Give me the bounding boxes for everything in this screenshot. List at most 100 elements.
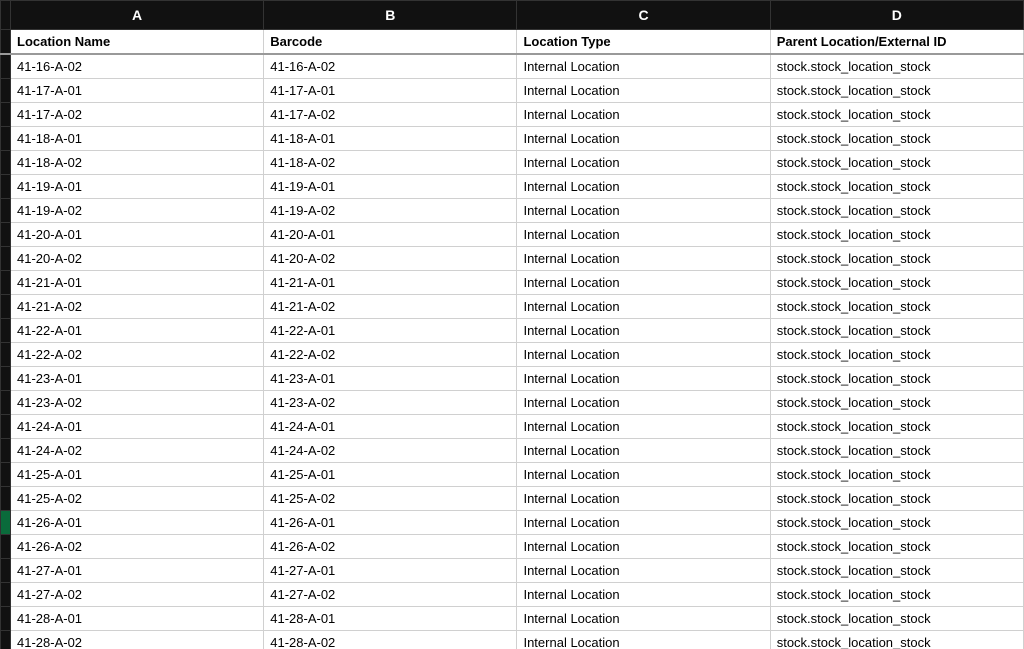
cell-barcode[interactable]: 41-23-A-02 xyxy=(264,391,517,415)
cell-parent-location[interactable]: stock.stock_location_stock xyxy=(770,247,1023,271)
cell-barcode[interactable]: 41-18-A-01 xyxy=(264,127,517,151)
table-row[interactable]: 41-28-A-0241-28-A-02Internal Locationsto… xyxy=(1,631,1024,649)
cell-parent-location[interactable]: stock.stock_location_stock xyxy=(770,127,1023,151)
cell-barcode[interactable]: 41-26-A-01 xyxy=(264,511,517,535)
cell-parent-location[interactable]: stock.stock_location_stock xyxy=(770,631,1023,649)
cell-location-name[interactable]: 41-24-A-01 xyxy=(11,415,264,439)
cell-location-type[interactable]: Internal Location xyxy=(517,511,770,535)
table-row[interactable]: 41-23-A-0241-23-A-02Internal Locationsto… xyxy=(1,391,1024,415)
row-header[interactable] xyxy=(1,79,11,103)
cell-location-type[interactable]: Internal Location xyxy=(517,463,770,487)
cell-parent-location[interactable]: stock.stock_location_stock xyxy=(770,295,1023,319)
select-all-corner[interactable] xyxy=(1,1,11,30)
cell-parent-location[interactable]: stock.stock_location_stock xyxy=(770,367,1023,391)
cell-parent-location[interactable]: stock.stock_location_stock xyxy=(770,199,1023,223)
cell-location-name[interactable]: 41-17-A-02 xyxy=(11,103,264,127)
row-header[interactable] xyxy=(1,391,11,415)
row-header[interactable] xyxy=(1,175,11,199)
cell-parent-location[interactable]: stock.stock_location_stock xyxy=(770,535,1023,559)
table-row[interactable]: 41-22-A-0141-22-A-01Internal Locationsto… xyxy=(1,319,1024,343)
row-header[interactable] xyxy=(1,415,11,439)
cell-location-type[interactable]: Internal Location xyxy=(517,415,770,439)
column-header-c[interactable]: C xyxy=(517,1,770,30)
row-header[interactable] xyxy=(1,535,11,559)
cell-location-type[interactable]: Internal Location xyxy=(517,607,770,631)
cell-location-type[interactable]: Internal Location xyxy=(517,343,770,367)
column-header-d[interactable]: D xyxy=(770,1,1023,30)
cell-location-type[interactable]: Internal Location xyxy=(517,103,770,127)
cell-location-type[interactable]: Internal Location xyxy=(517,391,770,415)
cell-location-name[interactable]: 41-19-A-01 xyxy=(11,175,264,199)
cell-parent-location[interactable]: stock.stock_location_stock xyxy=(770,151,1023,175)
row-header[interactable] xyxy=(1,463,11,487)
cell-barcode[interactable]: 41-26-A-02 xyxy=(264,535,517,559)
row-header[interactable] xyxy=(1,199,11,223)
cell-location-name[interactable]: 41-27-A-02 xyxy=(11,583,264,607)
cell-barcode[interactable]: 41-27-A-02 xyxy=(264,583,517,607)
cell-parent-location[interactable]: stock.stock_location_stock xyxy=(770,343,1023,367)
cell-barcode[interactable]: 41-24-A-02 xyxy=(264,439,517,463)
cell-location-name[interactable]: 41-18-A-02 xyxy=(11,151,264,175)
cell-barcode[interactable]: 41-19-A-02 xyxy=(264,199,517,223)
table-row[interactable]: 41-17-A-0141-17-A-01Internal Locationsto… xyxy=(1,79,1024,103)
cell-parent-location[interactable]: stock.stock_location_stock xyxy=(770,175,1023,199)
row-header[interactable] xyxy=(1,30,11,55)
table-row[interactable]: 41-26-A-0141-26-A-01Internal Locationsto… xyxy=(1,511,1024,535)
table-row[interactable]: 41-18-A-0141-18-A-01Internal Locationsto… xyxy=(1,127,1024,151)
cell-parent-location[interactable]: stock.stock_location_stock xyxy=(770,439,1023,463)
cell-location-type[interactable]: Internal Location xyxy=(517,439,770,463)
cell-parent-location[interactable]: stock.stock_location_stock xyxy=(770,415,1023,439)
cell-location-name[interactable]: 41-20-A-02 xyxy=(11,247,264,271)
cell-location-type[interactable]: Internal Location xyxy=(517,559,770,583)
cell-location-name[interactable]: 41-17-A-01 xyxy=(11,79,264,103)
row-header[interactable] xyxy=(1,319,11,343)
table-row[interactable]: 41-27-A-0241-27-A-02Internal Locationsto… xyxy=(1,583,1024,607)
cell-location-type[interactable]: Internal Location xyxy=(517,631,770,649)
table-row[interactable]: 41-21-A-0241-21-A-02Internal Locationsto… xyxy=(1,295,1024,319)
cell-location-name[interactable]: 41-25-A-02 xyxy=(11,487,264,511)
column-header-b[interactable]: B xyxy=(264,1,517,30)
cell-parent-location[interactable]: stock.stock_location_stock xyxy=(770,607,1023,631)
cell-location-name[interactable]: 41-21-A-02 xyxy=(11,295,264,319)
cell-location-type[interactable]: Internal Location xyxy=(517,127,770,151)
cell-barcode[interactable]: 41-24-A-01 xyxy=(264,415,517,439)
cell-parent-location[interactable]: stock.stock_location_stock xyxy=(770,79,1023,103)
table-row[interactable]: 41-25-A-0141-25-A-01Internal Locationsto… xyxy=(1,463,1024,487)
table-row[interactable]: 41-20-A-0141-20-A-01Internal Locationsto… xyxy=(1,223,1024,247)
cell-barcode[interactable]: 41-25-A-02 xyxy=(264,487,517,511)
cell-barcode[interactable]: 41-19-A-01 xyxy=(264,175,517,199)
cell-location-name[interactable]: 41-18-A-01 xyxy=(11,127,264,151)
cell-barcode[interactable]: 41-18-A-02 xyxy=(264,151,517,175)
row-header[interactable] xyxy=(1,583,11,607)
cell-parent-location[interactable]: stock.stock_location_stock xyxy=(770,319,1023,343)
row-header[interactable] xyxy=(1,631,11,649)
cell-parent-location[interactable]: stock.stock_location_stock xyxy=(770,103,1023,127)
cell-location-name[interactable]: 41-26-A-01 xyxy=(11,511,264,535)
cell-barcode[interactable]: 41-20-A-01 xyxy=(264,223,517,247)
cell-parent-location[interactable]: stock.stock_location_stock xyxy=(770,559,1023,583)
cell-barcode[interactable]: 41-20-A-02 xyxy=(264,247,517,271)
cell-location-name[interactable]: 41-27-A-01 xyxy=(11,559,264,583)
cell-barcode[interactable]: 41-21-A-02 xyxy=(264,295,517,319)
table-row[interactable]: 41-16-A-0241-16-A-02Internal Locationsto… xyxy=(1,54,1024,79)
table-row[interactable]: 41-28-A-0141-28-A-01Internal Locationsto… xyxy=(1,607,1024,631)
cell-location-name[interactable]: 41-24-A-02 xyxy=(11,439,264,463)
row-header[interactable] xyxy=(1,343,11,367)
header-location-type[interactable]: Location Type xyxy=(517,30,770,55)
row-header[interactable] xyxy=(1,54,11,79)
cell-location-name[interactable]: 41-26-A-02 xyxy=(11,535,264,559)
cell-parent-location[interactable]: stock.stock_location_stock xyxy=(770,583,1023,607)
cell-location-type[interactable]: Internal Location xyxy=(517,151,770,175)
cell-location-name[interactable]: 41-20-A-01 xyxy=(11,223,264,247)
cell-location-name[interactable]: 41-19-A-02 xyxy=(11,199,264,223)
cell-parent-location[interactable]: stock.stock_location_stock xyxy=(770,223,1023,247)
cell-barcode[interactable]: 41-17-A-01 xyxy=(264,79,517,103)
header-location-name[interactable]: Location Name xyxy=(11,30,264,55)
cell-barcode[interactable]: 41-21-A-01 xyxy=(264,271,517,295)
cell-location-name[interactable]: 41-23-A-02 xyxy=(11,391,264,415)
cell-location-name[interactable]: 41-23-A-01 xyxy=(11,367,264,391)
cell-location-name[interactable]: 41-22-A-02 xyxy=(11,343,264,367)
cell-location-name[interactable]: 41-28-A-02 xyxy=(11,631,264,649)
table-row[interactable]: 41-17-A-0241-17-A-02Internal Locationsto… xyxy=(1,103,1024,127)
cell-location-type[interactable]: Internal Location xyxy=(517,295,770,319)
